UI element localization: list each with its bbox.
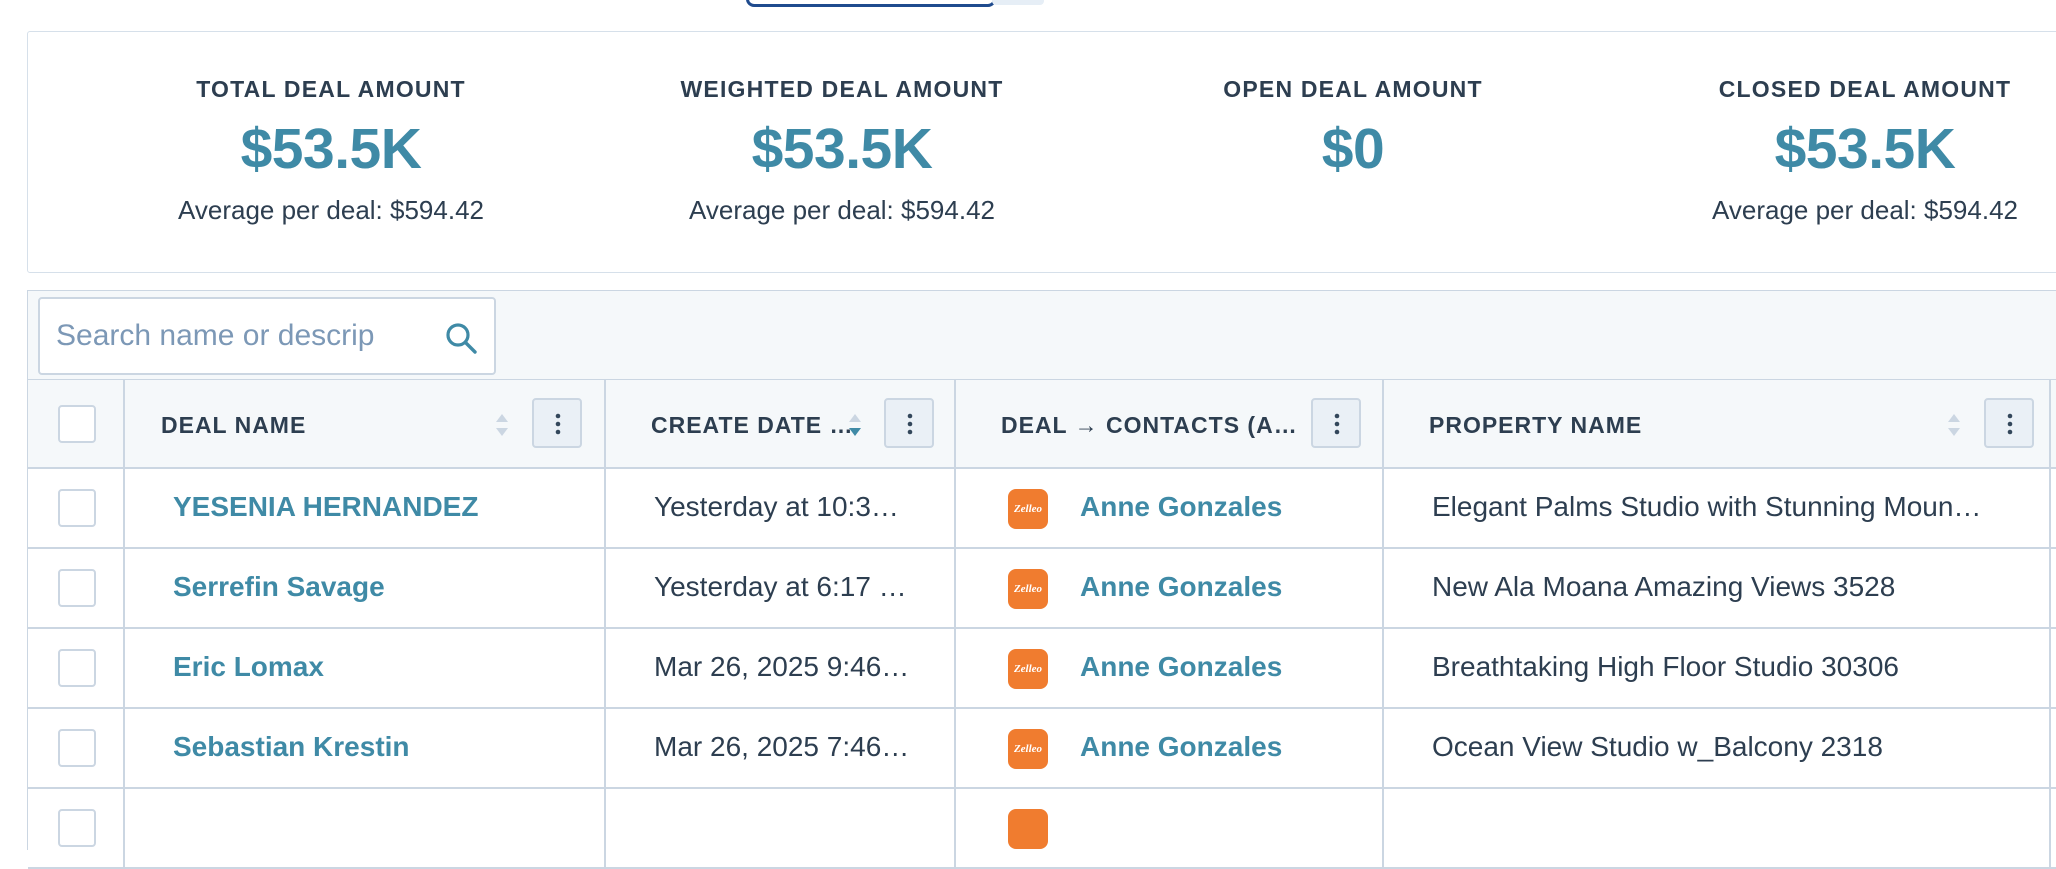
deal-name-cell bbox=[125, 789, 606, 867]
property-name: Ocean View Studio w_Balcony 2318 bbox=[1432, 731, 1883, 762]
stat-average: Average per deal: $594.42 bbox=[178, 195, 484, 225]
create-date: Yesterday at 10:3… bbox=[654, 491, 899, 522]
stat-label: WEIGHTED DEAL AMOUNT bbox=[680, 76, 1004, 102]
sort-icon[interactable] bbox=[1946, 410, 1962, 440]
table-header: DEAL NAME CREATE DATE … DEAL → CONTACTS … bbox=[28, 379, 2056, 469]
create-date: Mar 26, 2025 9:46… bbox=[654, 651, 910, 682]
create-date-cell: Mar 26, 2025 7:46… bbox=[606, 709, 956, 787]
active-tab-indicator[interactable] bbox=[746, 0, 996, 7]
tab-indicator-extension bbox=[992, 0, 1044, 5]
column-property-name[interactable]: PROPERTY NAME bbox=[1384, 380, 2051, 468]
property-name-cell: Ocean View Studio w_Balcony 2318 bbox=[1384, 709, 2051, 787]
company-logo-icon: Zelleo bbox=[1008, 569, 1048, 609]
create-date-cell: Mar 26, 2025 9:46… bbox=[606, 629, 956, 707]
contact-link[interactable]: Anne Gonzales bbox=[1080, 731, 1282, 763]
deal-name-cell: Eric Lomax bbox=[125, 629, 606, 707]
column-options-button[interactable] bbox=[532, 398, 582, 448]
company-logo-icon: Zelleo bbox=[1008, 649, 1048, 689]
contact-link[interactable]: Anne Gonzales bbox=[1080, 491, 1282, 523]
company-logo-icon: Zelleo bbox=[1008, 729, 1048, 769]
stat-value: $53.5K bbox=[1774, 117, 1956, 181]
stat-value: $53.5K bbox=[240, 117, 422, 181]
column-label: DEAL NAME bbox=[161, 412, 307, 438]
search-input[interactable] bbox=[54, 315, 438, 357]
table-row[interactable] bbox=[28, 789, 2056, 869]
property-name: Elegant Palms Studio with Stunning Moun… bbox=[1432, 491, 1982, 522]
create-date-cell bbox=[606, 789, 956, 867]
deal-name-cell: Sebastian Krestin bbox=[125, 709, 606, 787]
create-date: Yesterday at 6:17 … bbox=[654, 571, 907, 602]
row-checkbox[interactable] bbox=[58, 569, 96, 607]
table-row[interactable]: Serrefin Savage Yesterday at 6:17 … Zell… bbox=[28, 549, 2056, 629]
column-label: PROPERTY NAME bbox=[1429, 412, 1643, 438]
sort-icon[interactable] bbox=[494, 410, 510, 440]
deal-name-cell: Serrefin Savage bbox=[125, 549, 606, 627]
table-row[interactable]: YESENIA HERNANDEZ Yesterday at 10:3… Zel… bbox=[28, 469, 2056, 549]
column-options-button[interactable] bbox=[884, 398, 934, 448]
deal-name-link[interactable]: Serrefin Savage bbox=[173, 571, 385, 603]
search-box[interactable] bbox=[38, 297, 496, 375]
more-vertical-icon bbox=[907, 413, 913, 435]
property-name-cell: Breathtaking High Floor Studio 30306 bbox=[1384, 629, 2051, 707]
property-name-cell bbox=[1384, 789, 2051, 867]
sort-descending-icon[interactable] bbox=[847, 410, 863, 440]
deals-table-panel: DEAL NAME CREATE DATE … DEAL → CONTA bbox=[27, 290, 2056, 869]
column-options-button[interactable] bbox=[1311, 398, 1361, 448]
row-checkbox[interactable] bbox=[58, 729, 96, 767]
select-all-cell bbox=[28, 380, 125, 468]
stat-label: OPEN DEAL AMOUNT bbox=[1223, 76, 1483, 102]
property-name-cell: New Ala Moana Amazing Views 3528 bbox=[1384, 549, 2051, 627]
row-checkbox[interactable] bbox=[58, 489, 96, 527]
stat-value: $0 bbox=[1321, 117, 1385, 181]
search-icon[interactable] bbox=[444, 321, 478, 355]
stat-label: CLOSED DEAL AMOUNT bbox=[1718, 76, 2012, 102]
create-date-cell: Yesterday at 6:17 … bbox=[606, 549, 956, 627]
property-name: New Ala Moana Amazing Views 3528 bbox=[1432, 571, 1896, 602]
row-checkbox[interactable] bbox=[58, 649, 96, 687]
contact-cell bbox=[956, 789, 1384, 867]
column-deal-name[interactable]: DEAL NAME bbox=[125, 380, 606, 468]
row-select-cell bbox=[28, 549, 125, 627]
column-label: DEAL → CONTACTS (A… bbox=[1001, 412, 1298, 438]
company-logo-icon bbox=[1008, 809, 1048, 849]
column-create-date[interactable]: CREATE DATE … bbox=[606, 380, 956, 468]
deal-name-link[interactable]: YESENIA HERNANDEZ bbox=[173, 491, 478, 523]
stat-value: $53.5K bbox=[751, 117, 933, 181]
select-all-checkbox[interactable] bbox=[58, 405, 96, 443]
table-row[interactable]: Sebastian Krestin Mar 26, 2025 7:46… Zel… bbox=[28, 709, 2056, 789]
row-select-cell bbox=[28, 469, 125, 547]
row-select-cell bbox=[28, 789, 125, 867]
deal-name-link[interactable]: Sebastian Krestin bbox=[173, 731, 410, 763]
contact-link[interactable]: Anne Gonzales bbox=[1080, 571, 1282, 603]
contact-cell: Zelleo Anne Gonzales bbox=[956, 549, 1384, 627]
contact-link[interactable]: Anne Gonzales bbox=[1080, 651, 1282, 683]
row-checkbox[interactable] bbox=[58, 809, 96, 847]
contact-cell: Zelleo Anne Gonzales bbox=[956, 469, 1384, 547]
property-name: Breathtaking High Floor Studio 30306 bbox=[1432, 651, 1899, 682]
more-vertical-icon bbox=[2007, 413, 2013, 435]
row-select-cell bbox=[28, 629, 125, 707]
contact-cell: Zelleo Anne Gonzales bbox=[956, 709, 1384, 787]
row-select-cell bbox=[28, 709, 125, 787]
deal-summary-card: TOTAL DEAL AMOUNT $53.5K Average per dea… bbox=[27, 31, 2056, 273]
stat-label: TOTAL DEAL AMOUNT bbox=[196, 76, 466, 102]
deal-name-cell: YESENIA HERNANDEZ bbox=[125, 469, 606, 547]
create-date-cell: Yesterday at 10:3… bbox=[606, 469, 956, 547]
property-name-cell: Elegant Palms Studio with Stunning Moun… bbox=[1384, 469, 2051, 547]
more-vertical-icon bbox=[555, 413, 561, 435]
more-vertical-icon bbox=[1334, 413, 1340, 435]
create-date: Mar 26, 2025 7:46… bbox=[654, 731, 910, 762]
stat-average: Average per deal: $594.42 bbox=[689, 195, 995, 225]
table-row[interactable]: Eric Lomax Mar 26, 2025 9:46… Zelleo Ann… bbox=[28, 629, 2056, 709]
column-label: CREATE DATE … bbox=[651, 412, 854, 438]
company-logo-icon: Zelleo bbox=[1008, 489, 1048, 529]
column-deal-contacts[interactable]: DEAL → CONTACTS (A… bbox=[956, 380, 1384, 468]
stat-average: Average per deal: $594.42 bbox=[1712, 195, 2018, 225]
column-options-button[interactable] bbox=[1984, 398, 2034, 448]
contact-cell: Zelleo Anne Gonzales bbox=[956, 629, 1384, 707]
deal-name-link[interactable]: Eric Lomax bbox=[173, 651, 324, 683]
